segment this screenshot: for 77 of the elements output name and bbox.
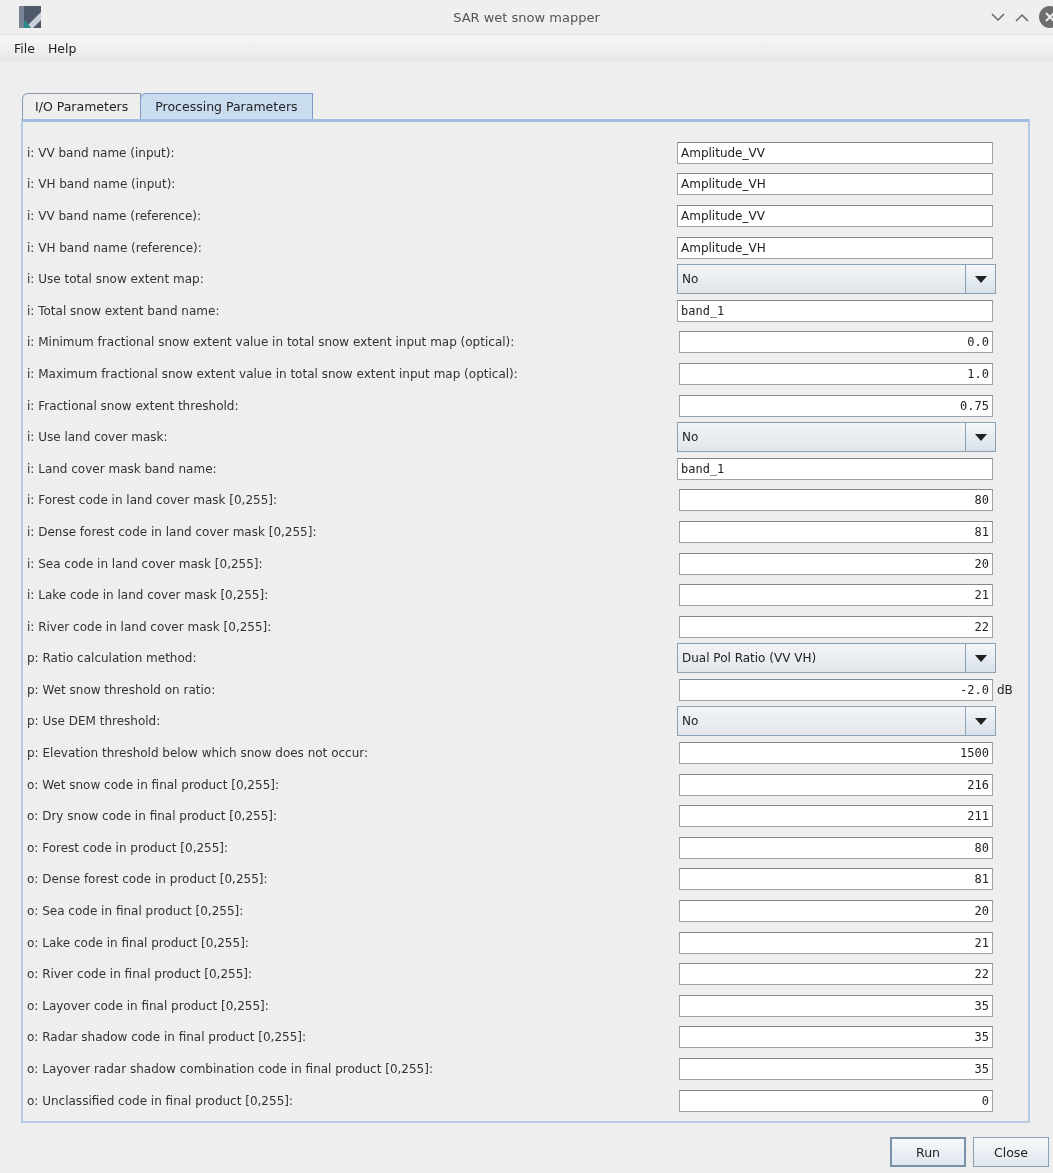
dropdown-arrow-icon xyxy=(974,433,987,441)
input-field[interactable]: 216 xyxy=(679,773,993,796)
parameter-label: p: Ratio calculation method: xyxy=(27,651,198,666)
parameter-label: i: VH band name (input): xyxy=(27,177,177,192)
input-field[interactable]: Amplitude_VH xyxy=(677,173,993,196)
dropdown[interactable]: No xyxy=(677,264,996,295)
parameter-label: i: Forest code in land cover mask [0,255]: xyxy=(27,493,279,508)
dropdown[interactable]: No xyxy=(677,422,996,453)
parameter-label: o: Forest code in product [0,255]: xyxy=(27,840,230,855)
input-field[interactable]: -2.0 xyxy=(679,678,993,701)
parameter-label: o: Layover code in final product [0,255]: xyxy=(27,998,270,1013)
tab[interactable]: Processing Parameters xyxy=(140,93,313,119)
input-field[interactable]: band_1 xyxy=(677,457,993,480)
input-field[interactable]: 81 xyxy=(679,520,993,543)
input-field[interactable]: 22 xyxy=(679,963,993,986)
input-field[interactable]: 1500 xyxy=(679,742,993,765)
maximize-icon[interactable] xyxy=(1015,12,1029,22)
parameter-label: p: Wet snow threshold on ratio: xyxy=(27,682,217,697)
parameter-label: i: Use land cover mask: xyxy=(27,430,169,445)
input-field[interactable]: 0 xyxy=(679,1089,993,1112)
input-field[interactable]: 35 xyxy=(679,1058,993,1080)
parameter-label: i: Total snow extent band name: xyxy=(27,303,221,318)
parameter-label: i: VV band name (input): xyxy=(27,145,176,160)
menu-item[interactable]: Help xyxy=(47,41,77,56)
parameter-label: p: Elevation threshold below which snow does not occur: xyxy=(27,746,370,761)
input-field[interactable]: 35 xyxy=(679,994,993,1017)
parameter-label: i: Sea code in land cover mask [0,255]: xyxy=(27,556,264,571)
input-field[interactable]: Amplitude_VV xyxy=(677,205,993,227)
input-field[interactable]: 80 xyxy=(679,489,993,512)
menu-item[interactable]: File xyxy=(14,41,35,56)
parameter-label: i: River code in land cover mask [0,255]: xyxy=(27,619,273,634)
parameter-label: i: Use total snow extent map: xyxy=(27,272,205,287)
input-field[interactable]: 20 xyxy=(679,552,993,575)
app-logo-icon xyxy=(19,6,41,28)
parameter-label: i: Fractional snow extent threshold: xyxy=(27,398,240,413)
parameter-label: o: Dry snow code in final product [0,255]: xyxy=(27,809,279,824)
button[interactable]: Run xyxy=(890,1137,966,1167)
parameter-label: o: River code in final product [0,255]: xyxy=(27,967,253,982)
input-field[interactable]: 20 xyxy=(679,900,993,923)
input-field[interactable]: 35 xyxy=(679,1026,993,1049)
parameter-label: i: Lake code in land cover mask [0,255]: xyxy=(27,588,270,603)
dropdown-arrow-icon xyxy=(974,654,987,662)
input-field[interactable]: 1.0 xyxy=(679,362,993,385)
window-title: SAR wet snow mapper xyxy=(453,9,600,25)
input-field[interactable]: Amplitude_VH xyxy=(677,236,993,259)
dropdown[interactable]: Dual Pol Ratio (VV VH) xyxy=(677,643,996,674)
input-field[interactable]: 0.0 xyxy=(679,331,993,354)
button[interactable]: Close xyxy=(973,1137,1049,1167)
parameter-label: o: Lake code in final product [0,255]: xyxy=(27,935,250,950)
parameter-label: o: Layover radar shadow combination code in final product [0,255]: xyxy=(27,1062,434,1076)
dropdown-arrow-icon xyxy=(974,275,987,283)
parameter-label: o: Dense forest code in product [0,255]: xyxy=(27,872,269,887)
parameter-label: o: Radar shadow code in final product [0,255]: xyxy=(27,1030,308,1045)
input-field[interactable]: 0.75 xyxy=(679,394,993,417)
input-field[interactable]: 81 xyxy=(679,868,993,891)
parameter-label: i: VV band name (reference): xyxy=(27,209,202,223)
parameter-label: o: Wet snow code in final product [0,255]: xyxy=(27,777,280,792)
parameter-label: i: Maximum fractional snow extent value in total snow extent input map (optical): xyxy=(27,366,519,381)
parameter-label: o: Unclassified code in final product [0,255]: xyxy=(27,1093,294,1108)
parameter-label: i: Minimum fractional snow extent value in total snow extent input map (optical): xyxy=(27,335,516,350)
parameter-label: p: Use DEM threshold: xyxy=(27,714,162,729)
input-field[interactable]: 211 xyxy=(679,805,993,828)
tab[interactable]: I/O Parameters xyxy=(22,93,142,119)
parameter-label: i: VH band name (reference): xyxy=(27,240,203,255)
input-field[interactable]: 21 xyxy=(679,584,993,607)
parameter-label: i: Land cover mask band name: xyxy=(27,461,218,476)
parameter-label: o: Sea code in final product [0,255]: xyxy=(27,904,245,919)
minimize-icon[interactable] xyxy=(991,12,1005,22)
input-field[interactable]: 22 xyxy=(679,615,993,638)
input-field[interactable]: 21 xyxy=(679,931,993,954)
input-field[interactable]: Amplitude_VV xyxy=(677,141,993,164)
input-field[interactable]: band_1 xyxy=(677,299,993,322)
dropdown[interactable]: No xyxy=(677,706,996,737)
unit-label: dB xyxy=(997,682,1013,697)
dropdown-arrow-icon xyxy=(974,718,987,725)
parameter-label: i: Dense forest code in land cover mask [0,255]: xyxy=(27,524,318,539)
input-field[interactable]: 80 xyxy=(679,836,993,859)
